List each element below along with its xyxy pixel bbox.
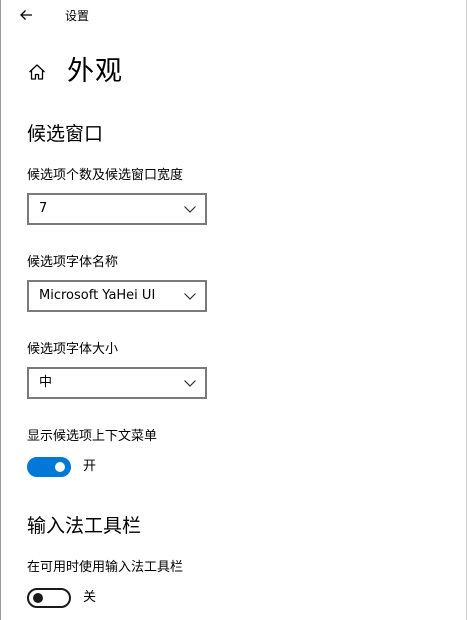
section-title-ime-toolbar: 输入法工具栏 bbox=[27, 515, 142, 537]
candidate-count-value: 7 bbox=[39, 201, 48, 216]
use-toolbar-toggle-row: 关 bbox=[27, 587, 96, 609]
home-icon bbox=[29, 64, 45, 80]
back-arrow-icon bbox=[20, 10, 32, 20]
candidate-font-size-dropdown[interactable]: 中 bbox=[27, 367, 207, 399]
context-menu-label: 显示候选项上下文菜单 bbox=[27, 429, 158, 444]
use-toolbar-toggle-state: 关 bbox=[83, 590, 97, 605]
title-bar: 设置 bbox=[1, 0, 466, 32]
page-title: 外观 bbox=[67, 56, 123, 87]
section-title-candidate-window: 候选窗口 bbox=[27, 123, 104, 145]
context-menu-toggle[interactable] bbox=[27, 457, 71, 477]
candidate-count-label: 候选项个数及候选窗口宽度 bbox=[27, 168, 184, 183]
settings-window: 设置 外观 候选窗口 候选项个数及候选窗口宽度 7 候选项字体名称 Micros… bbox=[0, 0, 467, 620]
candidate-font-name-dropdown[interactable]: Microsoft YaHei UI bbox=[27, 280, 207, 312]
context-menu-toggle-row: 开 bbox=[27, 456, 96, 478]
candidate-font-name-label: 候选项字体名称 bbox=[27, 255, 119, 270]
chevron-down-icon bbox=[184, 293, 196, 300]
candidate-count-dropdown[interactable]: 7 bbox=[27, 193, 207, 225]
home-button[interactable] bbox=[25, 60, 49, 84]
use-toolbar-toggle[interactable] bbox=[27, 588, 71, 608]
context-menu-toggle-state: 开 bbox=[83, 459, 97, 474]
chevron-down-icon bbox=[184, 380, 196, 387]
candidate-font-size-value: 中 bbox=[39, 375, 53, 390]
toggle-knob bbox=[55, 462, 65, 472]
candidate-font-name-value: Microsoft YaHei UI bbox=[39, 288, 156, 303]
toggle-knob bbox=[33, 593, 43, 603]
back-button[interactable] bbox=[13, 3, 39, 27]
page-header: 外观 bbox=[25, 54, 123, 90]
chevron-down-icon bbox=[184, 206, 196, 213]
use-toolbar-label: 在可用时使用输入法工具栏 bbox=[27, 560, 184, 575]
window-title: 设置 bbox=[65, 9, 90, 23]
candidate-font-size-label: 候选项字体大小 bbox=[27, 342, 119, 357]
